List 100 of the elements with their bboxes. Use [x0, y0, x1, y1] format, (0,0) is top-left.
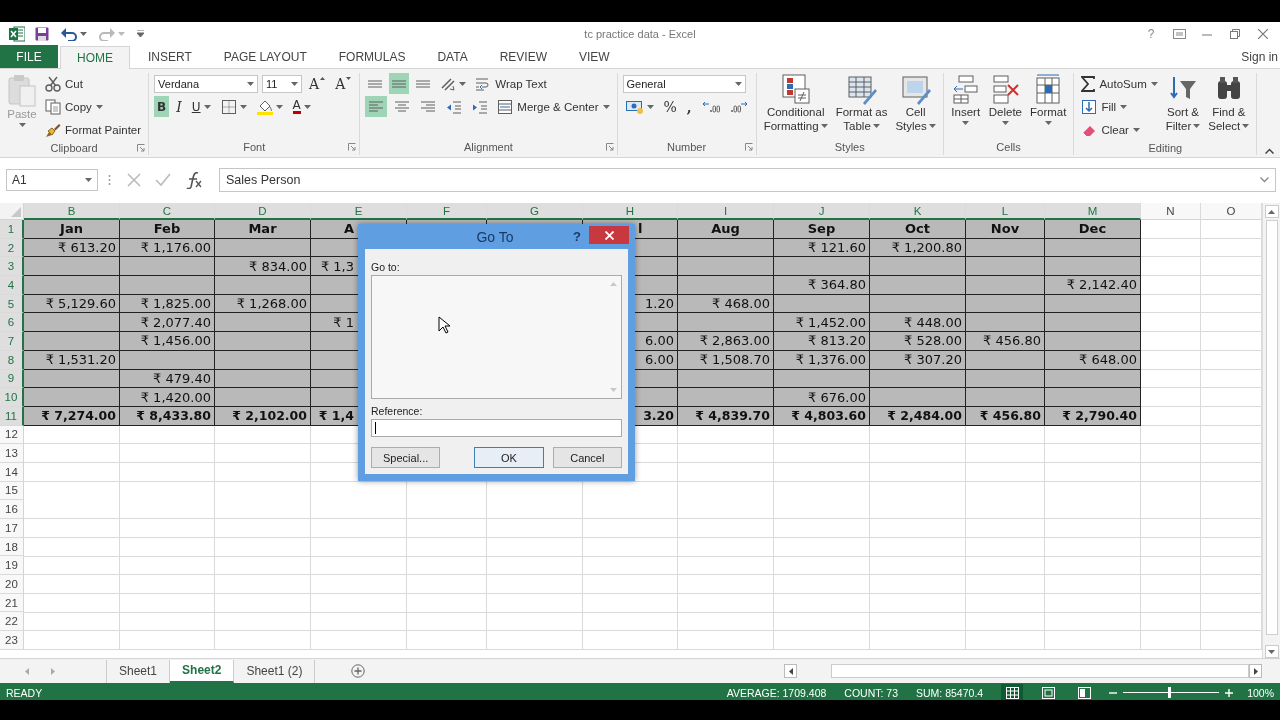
percent-style-button[interactable]: %	[660, 96, 680, 117]
scrollbar-thumb[interactable]	[831, 664, 1249, 678]
ribbon-button[interactable]: Delete	[986, 73, 1024, 127]
dialog-button[interactable]: Special...	[371, 447, 441, 468]
dialog-button[interactable]: Cancel	[552, 447, 622, 468]
ribbon-tab[interactable]: PAGE LAYOUT	[207, 45, 323, 68]
column-header[interactable]: C	[120, 203, 215, 220]
caret-icon	[928, 124, 936, 128]
customize-toolbar-button[interactable]	[135, 28, 146, 39]
row-header[interactable]: 6	[0, 313, 24, 333]
column-header[interactable]: H	[583, 203, 678, 220]
group-label: Editing	[1148, 141, 1183, 154]
launcher-icon	[137, 144, 146, 152]
column-header[interactable]: O	[1201, 203, 1262, 220]
zoom-in-button[interactable]	[1225, 688, 1234, 697]
decrease-indent-icon	[446, 98, 463, 115]
help-button[interactable]: ?	[573, 229, 581, 244]
row-header[interactable]: 23	[0, 631, 24, 650]
column-header[interactable]: E	[311, 203, 407, 220]
cancel-entry-button[interactable]	[127, 173, 141, 187]
ribbon-tab[interactable]: DATA	[421, 45, 484, 68]
ribbon-tab[interactable]: HOME	[60, 46, 130, 69]
underline-button[interactable]: U	[188, 96, 214, 117]
column-header[interactable]: L	[966, 203, 1045, 220]
ribbon-button[interactable]: AutoSum	[1079, 75, 1160, 92]
dialog-launcher-button[interactable]	[348, 143, 357, 151]
sheet-tab[interactable]: Sheet1 (2)	[234, 659, 316, 683]
ribbon-button[interactable]: Fill	[1079, 98, 1130, 115]
ribbon-button[interactable]: Cut	[43, 75, 85, 92]
ribbon-button[interactable]: Wrap Text	[473, 75, 549, 92]
formula-field[interactable]: Sales Person	[219, 168, 1276, 192]
sheet-tab[interactable]: Sheet2	[170, 659, 235, 683]
ribbon-button[interactable]: Merge & Center	[495, 98, 612, 115]
ribbon-button[interactable]: Insert	[948, 73, 983, 127]
ribbon-button[interactable]: Copy	[43, 98, 105, 115]
normal-view-button[interactable]	[1001, 684, 1024, 700]
collapse-ribbon-button[interactable]	[1265, 148, 1274, 154]
row-header[interactable]: 13	[0, 444, 24, 463]
reference-field[interactable]	[371, 419, 622, 437]
bold-button[interactable]: B	[154, 96, 170, 117]
column-header[interactable]: M	[1045, 203, 1141, 220]
merge-cells-icon	[497, 98, 514, 115]
column-header[interactable]: N	[1141, 203, 1201, 220]
row-header[interactable]: 16	[0, 500, 24, 519]
scrollbar-thumb[interactable]	[1265, 220, 1278, 635]
ribbon-button[interactable]: Conditional Formatting	[761, 73, 830, 133]
ribbon-tab[interactable]: FORMULAS	[322, 45, 422, 68]
close-button[interactable]	[589, 226, 629, 244]
ribbon-tab[interactable]: VIEW	[563, 45, 626, 68]
grow-font-button[interactable]: A	[306, 73, 329, 94]
ribbon-tab[interactable]: INSERT	[132, 45, 208, 68]
ribbon-button[interactable]: Format as Table	[833, 73, 890, 133]
ribbon-button[interactable]: Format	[1028, 73, 1069, 127]
list-box[interactable]	[371, 275, 622, 399]
sign-in-link[interactable]: Sign in	[1241, 49, 1280, 64]
insert-function-button[interactable]	[185, 171, 203, 189]
italic-button[interactable]: I	[173, 96, 185, 117]
file-tab[interactable]: FILE	[0, 45, 58, 68]
align-left-button[interactable]	[365, 96, 388, 117]
align-middle-button[interactable]	[389, 73, 410, 94]
column-header[interactable]: D	[215, 203, 311, 220]
row-header[interactable]: 4	[0, 276, 24, 295]
row-header[interactable]: 7	[0, 332, 24, 351]
row-header[interactable]: 20	[0, 575, 24, 594]
row-header[interactable]: 1	[0, 220, 24, 239]
row-header[interactable]: 22	[0, 612, 24, 632]
name-box[interactable]: A1	[6, 169, 98, 191]
ribbon-button[interactable]: Format Painter	[43, 121, 144, 138]
help-button[interactable]: ?	[1140, 23, 1162, 44]
confirm-entry-button[interactable]	[155, 173, 171, 187]
column-header[interactable]: B	[24, 203, 120, 220]
column-header[interactable]: J	[774, 203, 870, 220]
row-header[interactable]: 17	[0, 519, 24, 538]
dialog-launcher-button[interactable]	[137, 144, 146, 152]
ribbon-button[interactable]: Find & Select	[1206, 73, 1252, 133]
ribbon-dropdown[interactable]: General	[622, 74, 746, 93]
row-header[interactable]: 19	[0, 556, 24, 576]
scroll-right-button[interactable]	[1249, 664, 1262, 678]
column-header[interactable]: K	[870, 203, 966, 220]
ribbon-button[interactable]: Sort & Filter	[1163, 73, 1203, 133]
ribbon-button[interactable]: Cell Styles	[893, 73, 938, 133]
ribbon-dropdown[interactable]: 11	[262, 74, 303, 93]
font-color-button[interactable]: A	[289, 96, 314, 117]
column-header[interactable]: G	[487, 203, 583, 220]
ribbon-tab[interactable]: REVIEW	[483, 45, 563, 68]
column-header[interactable]: F	[407, 203, 487, 220]
scroll-down-button[interactable]	[1264, 645, 1279, 658]
comma-style-button[interactable]: ,	[683, 96, 695, 117]
row-header[interactable]: 3	[0, 257, 24, 277]
shrink-font-button[interactable]: A	[332, 73, 355, 94]
add-sheet-button[interactable]	[351, 664, 366, 678]
ribbon-dropdown[interactable]: Verdana	[154, 74, 259, 93]
dialog-launcher-button[interactable]	[605, 143, 614, 151]
column-header[interactable]: I	[678, 203, 774, 220]
row-header[interactable]: 10	[0, 388, 24, 407]
scroll-up-button[interactable]	[1264, 205, 1279, 218]
scroll-left-button[interactable]	[784, 664, 797, 678]
ribbon-button[interactable]: Clear	[1079, 121, 1142, 138]
dialog-button[interactable]: OK	[474, 447, 544, 468]
dialog-launcher-button[interactable]	[744, 143, 753, 151]
